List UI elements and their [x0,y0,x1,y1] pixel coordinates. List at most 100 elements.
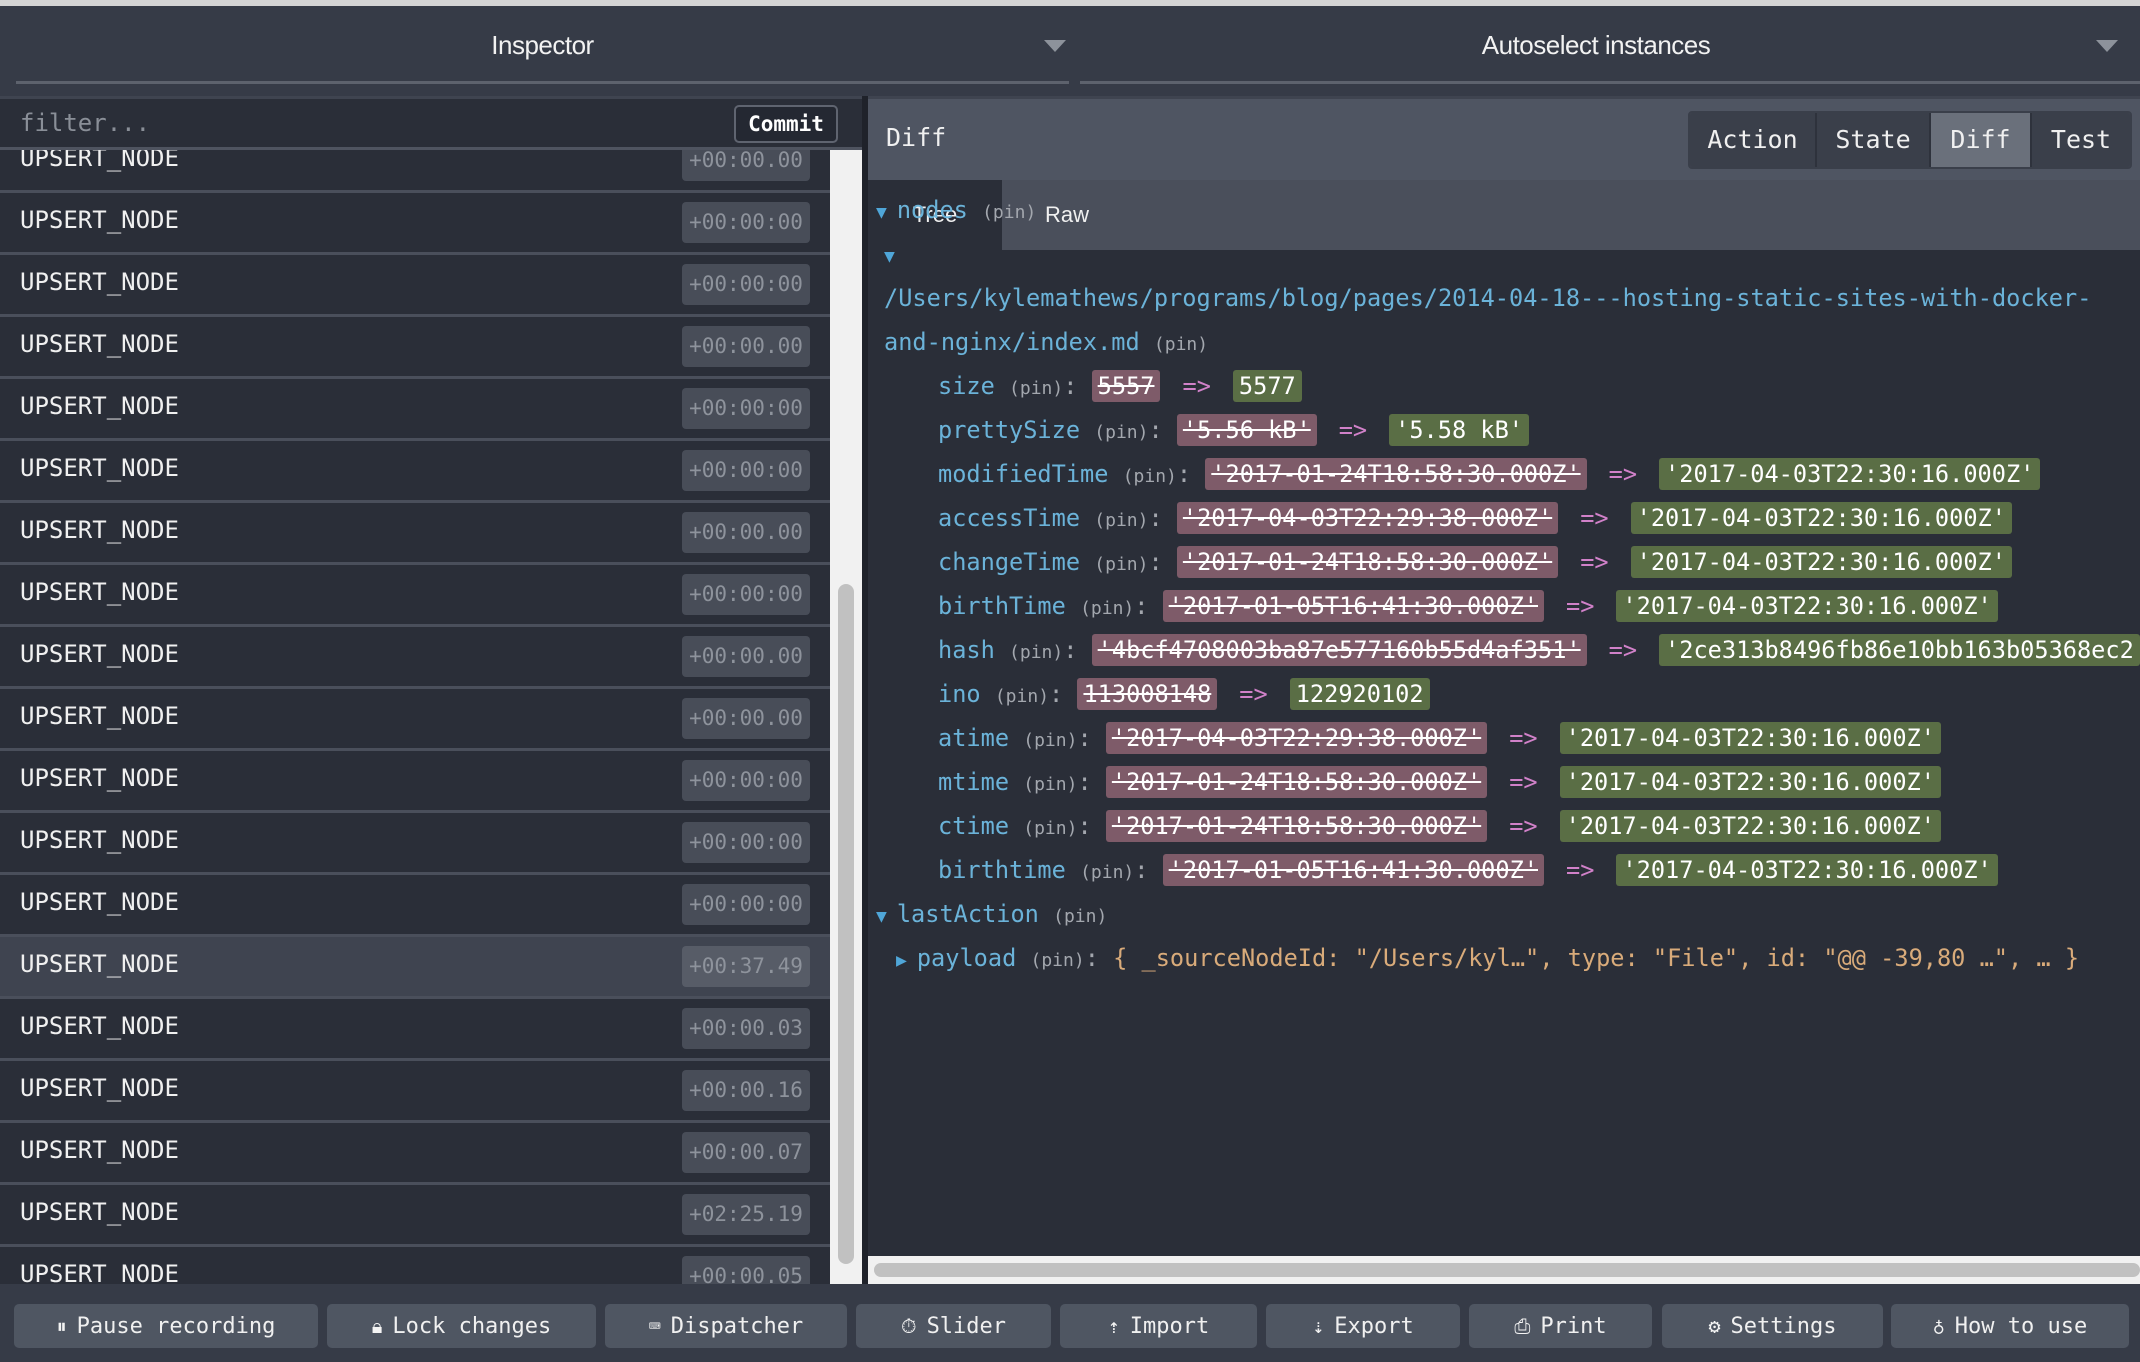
lock-changes-button[interactable]: 🔒︎ Lock changes [327,1304,596,1348]
scrollbar-thumb[interactable] [874,1263,2140,1277]
action-list-item[interactable]: UPSERT_NODE +00:00:00 [0,565,830,627]
action-list-item[interactable]: UPSERT_NODE +00:00.16 [0,1061,830,1123]
diff-arrow: => [1338,416,1368,444]
pin-toggle[interactable]: (pin) [1023,730,1077,751]
diff-arrow: => [1566,856,1595,884]
pin-toggle[interactable]: (pin) [1094,510,1148,531]
tree-node-nodes: ▼ nodes (pin) [876,190,1036,230]
upload-icon: ⇡ [1107,1314,1120,1338]
pin-toggle[interactable]: (pin) [1009,642,1063,663]
how-to-use-button[interactable]: ♁ How to use [1891,1304,2129,1348]
pin-toggle[interactable]: (pin) [1023,818,1077,839]
caret-right-icon[interactable]: ▶ [896,950,907,971]
filter-input[interactable]: filter... [20,109,150,137]
caret-down-icon[interactable]: ▼ [884,246,895,267]
diff-key: changeTime [938,548,1081,576]
tab-state[interactable]: State [1817,113,1931,167]
action-list-item[interactable]: UPSERT_NODE +00:00.03 [0,999,830,1061]
action-name: UPSERT_NODE [20,640,179,668]
action-list-item[interactable]: UPSERT_NODE +00:00:00 [0,813,830,875]
import-button[interactable]: ⇡ Import [1060,1304,1257,1348]
action-name: UPSERT_NODE [20,516,179,544]
caret-down-icon[interactable]: ▼ [876,906,887,927]
action-time-badge: +00:00:00 [682,264,810,305]
caret-down-icon[interactable]: ▼ [876,202,887,223]
action-list-item[interactable]: UPSERT_NODE +00:00.00 [0,150,830,193]
action-time-badge: +00:00.00 [682,636,810,677]
monitor-select-left[interactable]: Inspector [16,6,1069,84]
dispatcher-button[interactable]: ⌨ Dispatcher [605,1304,847,1348]
filter-bar: filter... Commit [0,96,862,150]
added-value: 5577 [1232,370,1302,402]
action-list-item[interactable]: UPSERT_NODE +00:00:00 [0,379,830,441]
pin-toggle[interactable]: (pin) [1123,466,1177,487]
colon: : [1084,944,1114,972]
action-list-scrollbar[interactable] [830,150,862,1284]
diff-arrow: => [1509,724,1538,752]
action-list-item[interactable]: UPSERT_NODE +00:00.00 [0,317,830,379]
button-label: Import [1129,1313,1210,1339]
tab-action[interactable]: Action [1690,113,1817,167]
pin-toggle[interactable]: (pin) [1080,862,1134,883]
action-time-badge: +00:37.49 [682,946,810,987]
action-list-item[interactable]: UPSERT_NODE +00:00:00 [0,751,830,813]
tab-diff[interactable]: Diff [1931,113,2032,167]
scrollbar-thumb[interactable] [838,584,854,1264]
keyboard-icon: ⌨ [648,1314,661,1338]
pin-toggle[interactable]: (pin) [1053,906,1107,927]
removed-value: 5557 [1091,370,1161,402]
diff-row: modifiedTime (pin): '2017-01-24T18:58:30… [938,454,2041,494]
action-list-item[interactable]: UPSERT_NODE +00:00:00 [0,441,830,503]
pin-toggle[interactable]: (pin) [1094,422,1148,443]
print-button[interactable]: ⎙ Print [1469,1304,1652,1348]
tab-test[interactable]: Test [2032,113,2130,167]
action-name: UPSERT_NODE [20,392,179,420]
action-time-badge: +00:00:00 [682,388,810,429]
action-time-badge: +00:00:00 [682,202,810,243]
action-name: UPSERT_NODE [20,454,179,482]
action-name: UPSERT_NODE [20,268,179,296]
slider-button[interactable]: ⏱ Slider [856,1304,1051,1348]
pin-toggle[interactable]: (pin) [982,202,1036,223]
action-list-item[interactable]: UPSERT_NODE +00:00.00 [0,627,830,689]
colon: : [1148,504,1177,532]
button-label: Pause recording [76,1313,276,1339]
view-tabs: Tree Raw [868,180,2140,250]
action-time-badge: +00:00.00 [682,512,810,553]
action-list-item[interactable]: UPSERT_NODE +00:00:00 [0,875,830,937]
diff-horizontal-scrollbar[interactable] [868,1256,2140,1284]
pin-toggle[interactable]: (pin) [1023,774,1077,795]
pause-recording-button[interactable]: ⏸ Pause recording [14,1304,318,1348]
action-list-item[interactable]: UPSERT_NODE +00:00.05 [0,1247,830,1284]
monitor-toolbar: Diff Action State Diff Test [868,96,2140,180]
pin-toggle[interactable]: (pin) [1031,950,1085,971]
action-list-item[interactable]: UPSERT_NODE +00:00.00 [0,689,830,751]
action-name: UPSERT_NODE [20,950,179,978]
commit-button[interactable]: Commit [734,105,838,143]
pin-toggle[interactable]: (pin) [1094,554,1148,575]
action-list-item[interactable]: UPSERT_NODE +00:00:00 [0,255,830,317]
action-time-badge: +02:25.19 [682,1194,810,1235]
settings-button[interactable]: ⚙ Settings [1662,1304,1883,1348]
export-button[interactable]: ⇣ Export [1266,1304,1460,1348]
action-name: UPSERT_NODE [20,330,179,358]
diff-row: size (pin): 5557 => 5577 [938,366,1302,406]
instance-select[interactable]: Autoselect instances [1080,6,2140,84]
action-list-item[interactable]: UPSERT_NODE +00:37.49 [0,937,830,999]
action-list-item[interactable]: UPSERT_NODE +00:00.07 [0,1123,830,1185]
colon: : [1148,416,1177,444]
added-value: '2017-04-03T22:30:16.000Z' [1630,502,2012,534]
pin-toggle[interactable]: (pin) [995,686,1049,707]
action-list-item[interactable]: UPSERT_NODE +02:25.19 [0,1185,830,1247]
pin-toggle[interactable]: (pin) [1154,334,1208,355]
pin-toggle[interactable]: (pin) [1009,378,1063,399]
diff-arrow: => [1509,768,1538,796]
chevron-down-icon [1044,40,1066,52]
action-time-badge: +00:00.00 [682,326,810,367]
pin-toggle[interactable]: (pin) [1080,598,1134,619]
diff-arrow: => [1239,680,1268,708]
action-list-item[interactable]: UPSERT_NODE +00:00.00 [0,503,830,565]
action-time-badge: +00:00.00 [682,150,810,181]
action-time-badge: +00:00:00 [682,822,810,863]
action-list-item[interactable]: UPSERT_NODE +00:00:00 [0,193,830,255]
